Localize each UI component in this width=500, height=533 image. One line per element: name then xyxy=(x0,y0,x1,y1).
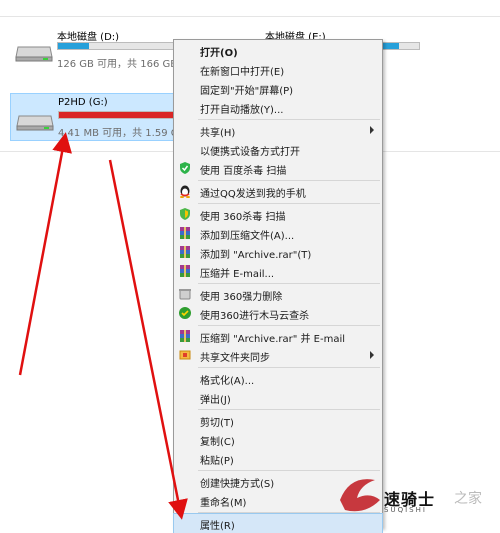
watermark-subtext: SUQISHI xyxy=(384,506,427,514)
annotation-arrow-down xyxy=(108,159,188,520)
watermark-suffix: 之家 xyxy=(454,491,482,507)
annotation-arrows xyxy=(18,132,188,520)
watermark-logo-icon xyxy=(340,479,380,512)
annotation-arrow-up xyxy=(18,132,72,376)
